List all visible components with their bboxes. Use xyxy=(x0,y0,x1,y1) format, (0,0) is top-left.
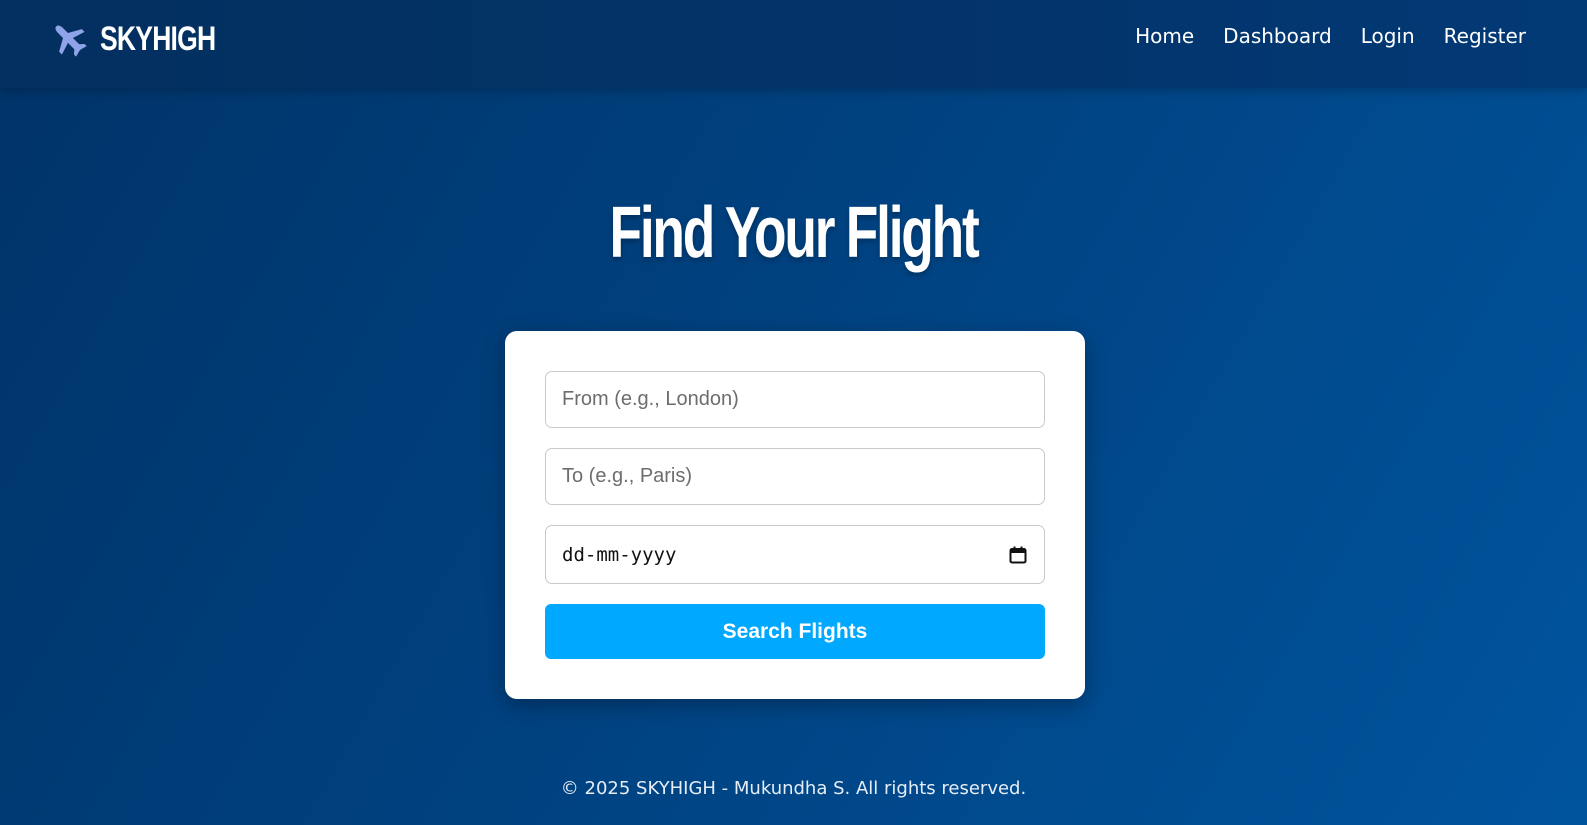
nav-links: Home Dashboard Login Register xyxy=(1106,24,1526,48)
from-input[interactable] xyxy=(545,371,1045,428)
footer-copyright: © 2025 SKYHIGH - Mukundha S. All rights … xyxy=(560,778,1027,799)
date-placeholder: dd-mm-yyyy xyxy=(562,543,677,566)
nav-link-register[interactable]: Register xyxy=(1444,24,1526,48)
to-input[interactable] xyxy=(545,448,1045,505)
brand-name: SKYHIGH xyxy=(100,19,216,58)
navbar: SKYHIGH Home Dashboard Login Register xyxy=(0,0,1587,88)
nav-link-home[interactable]: Home xyxy=(1135,24,1194,48)
page-title: Find Your Flight xyxy=(609,193,980,273)
nav-link-dashboard[interactable]: Dashboard xyxy=(1223,24,1332,48)
search-flights-button[interactable]: Search Flights xyxy=(545,604,1045,659)
brand-logo[interactable]: SKYHIGH xyxy=(50,18,248,60)
date-input[interactable]: dd-mm-yyyy xyxy=(545,525,1045,584)
calendar-icon[interactable] xyxy=(1008,545,1028,565)
nav-link-login[interactable]: Login xyxy=(1361,24,1415,48)
airplane-icon xyxy=(50,19,88,59)
flight-search-card: dd-mm-yyyy Search Flights xyxy=(505,331,1085,699)
